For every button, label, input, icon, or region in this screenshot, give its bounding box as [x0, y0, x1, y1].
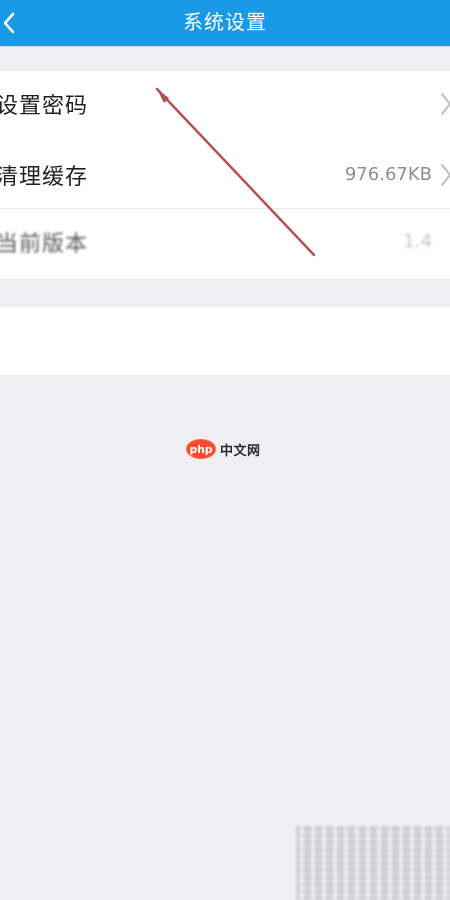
system-settings-screen: 系统设置 设置密码 清理缓存 976.67KB 当前版本 1.4 php 中文网 — [0, 0, 450, 900]
set-password-label: 设置密码 — [0, 94, 89, 119]
blurred-corner-artifact — [296, 826, 450, 900]
clear-cache-row[interactable]: 清理缓存 976.67KB — [0, 142, 450, 210]
watermark-logo: php — [186, 439, 216, 459]
logout-panel[interactable] — [0, 306, 450, 376]
current-version-label: 当前版本 — [0, 232, 89, 257]
site-watermark: php 中文网 — [186, 438, 261, 460]
clear-cache-label: 清理缓存 — [0, 165, 89, 190]
watermark-text: 中文网 — [220, 443, 261, 459]
version-number: 1.4 — [403, 231, 432, 252]
top-navigation-bar: 系统设置 — [0, 0, 450, 46]
set-password-row[interactable]: 设置密码 — [0, 71, 450, 139]
settings-group: 设置密码 清理缓存 976.67KB 当前版本 1.4 — [0, 70, 450, 280]
current-version-row: 当前版本 1.4 — [0, 209, 450, 277]
page-title: 系统设置 — [183, 10, 267, 34]
cache-size-value: 976.67KB — [344, 164, 432, 185]
chevron-right-icon — [441, 93, 450, 115]
chevron-right-icon — [441, 164, 450, 186]
